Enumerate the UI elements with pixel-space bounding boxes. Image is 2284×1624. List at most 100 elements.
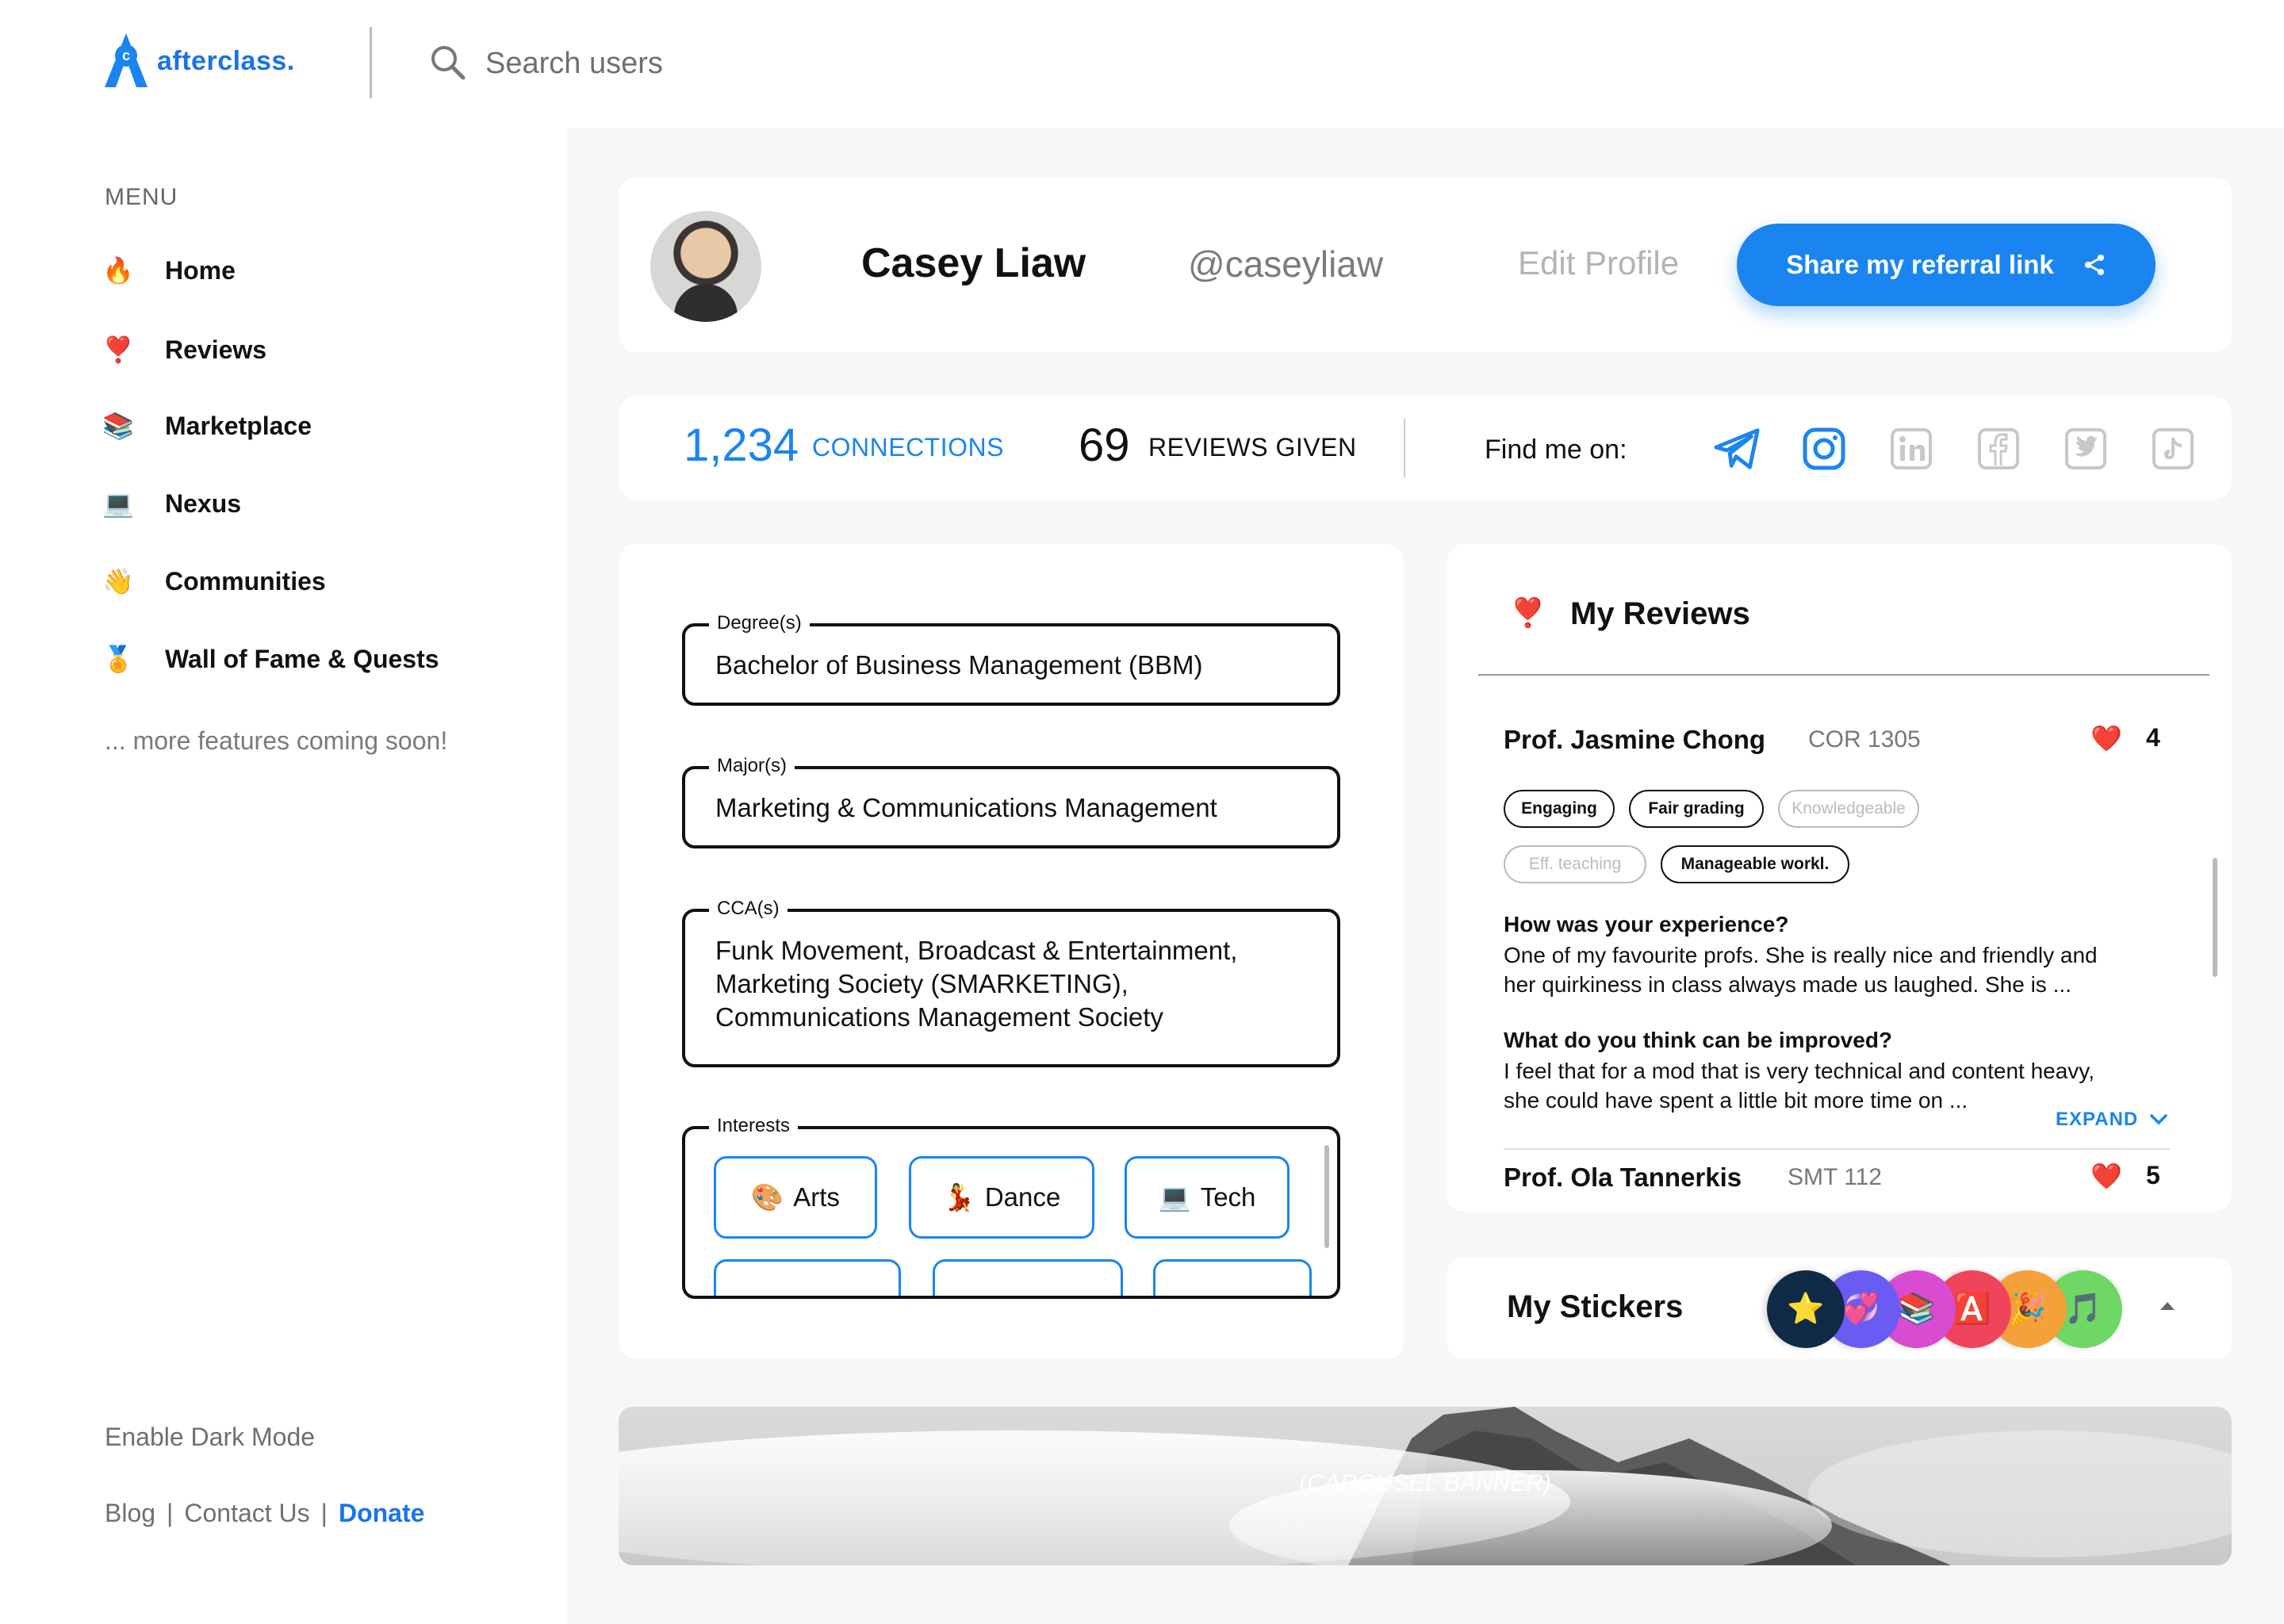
twitter-icon[interactable] <box>2062 425 2110 473</box>
review-course-code: SMT 112 <box>1788 1164 1882 1190</box>
interest-chip-arts[interactable]: 🎨 Arts <box>714 1156 877 1239</box>
tag-fair-grading[interactable]: Fair grading <box>1629 790 1764 828</box>
interest-label: Dance <box>984 1182 1061 1212</box>
major-field[interactable]: Major(s) Marketing & Communications Mana… <box>682 755 1340 848</box>
afterclass-logo[interactable]: c afterclass. <box>102 32 295 90</box>
tag-manageable-workload[interactable]: Manageable workl. <box>1661 845 1849 883</box>
heart-icon[interactable]: ❤️ <box>2090 1161 2122 1191</box>
cca-line: Marketing Society (SMARKETING), <box>715 969 1129 998</box>
share-icon <box>2084 255 2104 275</box>
cca-field[interactable]: CCA(s) Funk Movement, Broadcast & Entert… <box>682 898 1340 1067</box>
interest-chip-partial[interactable] <box>1153 1259 1312 1296</box>
fire-icon: 🔥 <box>102 256 134 285</box>
cca-line: Funk Movement, Broadcast & Entertainment… <box>715 936 1238 965</box>
contact-us-link[interactable]: Contact Us <box>184 1499 309 1528</box>
sidebar-item-label: Marketplace <box>165 411 312 440</box>
sticker-item[interactable]: ⭐ <box>1767 1270 1845 1348</box>
tag-eff-teaching[interactable]: Eff. teaching <box>1504 845 1646 883</box>
telegram-icon[interactable] <box>1713 425 1761 473</box>
sidebar-item-marketplace[interactable]: 📚 Marketplace <box>102 411 312 441</box>
dancer-icon: 💃 <box>942 1182 975 1212</box>
sidebar-item-label: Communities <box>165 566 326 596</box>
review-answer: I feel that for a mod that is very techn… <box>1504 1059 2095 1113</box>
major-value: Marketing & Communications Management <box>715 793 1217 822</box>
palette-icon: 🎨 <box>751 1182 784 1212</box>
expand-review-button[interactable]: EXPAND <box>2056 1109 2168 1131</box>
search-icon <box>431 46 466 80</box>
interests-scrollbar[interactable] <box>1324 1145 1329 1248</box>
topbar-divider <box>370 27 372 98</box>
stats-card: 1,234 CONNECTIONS 69 REVIEWS GIVEN Find … <box>619 396 2232 500</box>
degree-label: Degree(s) <box>709 612 810 634</box>
interest-chip-partial[interactable] <box>714 1259 901 1296</box>
reviews-given-count: 69 <box>1079 419 1130 471</box>
major-label: Major(s) <box>709 755 795 777</box>
afterclass-logo-icon: c <box>105 33 148 87</box>
books-icon: 📚 <box>102 412 134 440</box>
search-users-input[interactable] <box>485 40 1040 87</box>
avatar[interactable] <box>650 211 761 322</box>
heart-exclamation-icon: ❣️ <box>1510 596 1546 629</box>
menu-label: MENU <box>105 184 178 210</box>
share-referral-link-button[interactable]: Share my referral link <box>1737 224 2156 306</box>
sidebar-item-home[interactable]: 🔥 Home <box>102 255 236 285</box>
review-separator <box>1504 1148 2170 1150</box>
education-card: Degree(s) Bachelor of Business Managemen… <box>619 544 1404 1359</box>
sidebar-item-nexus[interactable]: 💻 Nexus <box>102 488 241 519</box>
review-prof-name[interactable]: Prof. Ola Tannerkis <box>1504 1162 1742 1193</box>
banner-caption: (CAROUSEL BANNER) <box>1299 1470 1551 1496</box>
review-question: How was your experience? <box>1504 912 1789 936</box>
interest-chip-dance[interactable]: 💃 Dance <box>909 1156 1094 1239</box>
linkedin-icon[interactable] <box>1887 425 1935 473</box>
reviews-scrollbar[interactable] <box>2213 858 2217 977</box>
cca-label: CCA(s) <box>709 898 788 920</box>
degree-field[interactable]: Degree(s) Bachelor of Business Managemen… <box>682 612 1340 706</box>
sidebar-item-communities[interactable]: 👋 Communities <box>102 566 326 596</box>
tag-engaging[interactable]: Engaging <box>1504 790 1615 828</box>
connections-label[interactable]: CONNECTIONS <box>812 433 1004 462</box>
tag-knowledgeable[interactable]: Knowledgeable <box>1778 790 1919 828</box>
degree-value: Bachelor of Business Management (BBM) <box>715 650 1203 680</box>
edit-profile-button[interactable]: Edit Profile <box>1518 244 1679 282</box>
review-heart-count: 5 <box>2146 1161 2160 1189</box>
heart-icon[interactable]: ❤️ <box>2090 723 2122 753</box>
sidebar-item-wall-of-fame[interactable]: 🏅 Wall of Fame & Quests <box>102 644 439 674</box>
heart-exclamation-icon: ❣️ <box>102 335 134 364</box>
main-content: Casey Liaw @caseyliaw Edit Profile Share… <box>566 128 2284 1624</box>
profile-name: Casey Liaw <box>861 240 1086 286</box>
sidebar-item-reviews[interactable]: ❣️ Reviews <box>102 335 266 365</box>
laptop-icon: 💻 <box>1158 1182 1191 1212</box>
instagram-icon[interactable] <box>1800 425 1848 473</box>
interest-chip-partial[interactable] <box>933 1259 1123 1296</box>
share-button-label: Share my referral link <box>1786 250 2054 279</box>
sidebar-item-label: Wall of Fame & Quests <box>165 644 439 673</box>
review-answer: One of my favourite profs. She is really… <box>1504 943 2098 997</box>
interest-chip-tech[interactable]: 💻 Tech <box>1125 1156 1290 1239</box>
facebook-icon[interactable] <box>1975 425 2022 473</box>
footer-separator: | <box>320 1499 328 1527</box>
interest-label: Arts <box>793 1182 840 1212</box>
medal-icon: 🏅 <box>102 645 134 673</box>
sidebar: MENU 🔥 Home ❣️ Reviews 📚 Marketplace 💻 N… <box>0 128 566 1624</box>
dark-mode-toggle[interactable]: Enable Dark Mode <box>105 1423 315 1452</box>
carousel-banner[interactable]: (CAROUSEL BANNER) <box>619 1407 2232 1565</box>
caret-up-icon[interactable] <box>2160 1302 2175 1310</box>
svg-text:c: c <box>122 48 130 63</box>
review-prof-name[interactable]: Prof. Jasmine Chong <box>1504 725 1765 755</box>
interests-field[interactable]: Interests 🎨 Arts 💃 Dance 💻 Tech <box>682 1115 1340 1299</box>
tiktok-icon[interactable] <box>2149 425 2197 473</box>
expand-label: EXPAND <box>2056 1109 2139 1130</box>
donate-link[interactable]: Donate <box>339 1499 424 1528</box>
interests-scroll-area[interactable]: 🎨 Arts 💃 Dance 💻 Tech <box>685 1129 1337 1296</box>
stats-divider <box>1404 419 1405 477</box>
reviews-divider <box>1478 674 2209 676</box>
sidebar-item-label: Reviews <box>165 335 267 364</box>
interest-label: Tech <box>1200 1182 1256 1212</box>
my-reviews-card: ❣️ My Reviews Prof. Jasmine Chong COR 13… <box>1447 544 2232 1212</box>
find-me-label: Find me on: <box>1485 435 1627 465</box>
footer-links: Blog | Contact Us | Donate <box>105 1499 424 1528</box>
blog-link[interactable]: Blog <box>105 1499 155 1528</box>
laptop-icon: 💻 <box>102 489 134 518</box>
review-heart-count: 4 <box>2146 723 2160 752</box>
connections-count[interactable]: 1,234 <box>684 419 799 472</box>
